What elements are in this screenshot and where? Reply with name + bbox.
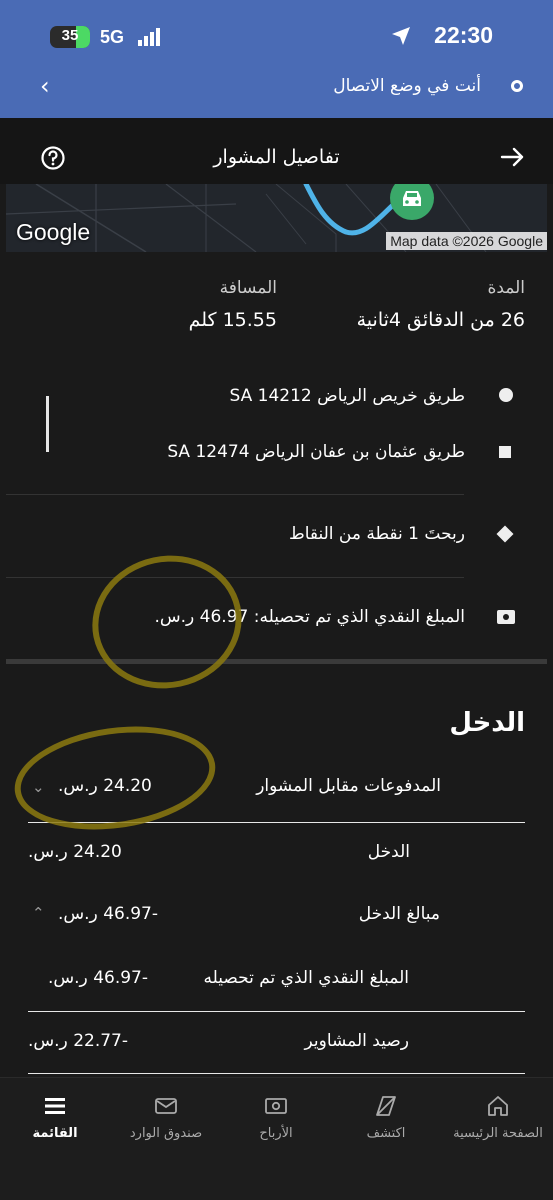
pickup-icon (499, 388, 513, 402)
points-icon (496, 525, 514, 543)
google-logo: Google (16, 219, 91, 245)
section-divider (6, 659, 547, 664)
map-attribution[interactable]: Map data ©2026 Google (386, 232, 547, 250)
online-status-text: أنت في وضع الاتصال (333, 76, 481, 96)
duration-value: 26 من الدقائق 4ثانية (356, 309, 525, 331)
divider (28, 1011, 525, 1012)
dropoff-icon (499, 446, 511, 458)
nav-inbox-label: صندوق الوارد (129, 1126, 203, 1141)
status-bar: 35 5G 22:30 (0, 0, 553, 62)
route-line (46, 396, 49, 452)
income-amounts-label[interactable]: مبالغ الدخل (359, 904, 440, 924)
trip-map[interactable]: Google Map data ©2026 Google (6, 184, 547, 252)
income-section-title: الدخل (449, 708, 525, 738)
cash-icon (497, 610, 515, 624)
chevron-up-icon[interactable]: ⌃ (32, 904, 45, 922)
duration-label: المدة (487, 278, 525, 298)
online-status-icon (511, 80, 523, 92)
nav-inbox[interactable]: صندوق الوارد (111, 1078, 221, 1158)
nav-menu-label: القائمة (32, 1126, 78, 1141)
chevron-left-icon[interactable]: ‹ (40, 72, 50, 100)
battery-icon: 35 (50, 26, 90, 48)
trip-details-header: تفاصيل المشوار (0, 118, 553, 184)
compass-icon (376, 1096, 396, 1116)
home-icon (488, 1096, 508, 1116)
points-text: ربحتَ 1 نقطة من النقاط (288, 524, 465, 544)
car-pin-icon (390, 184, 434, 220)
nav-home[interactable]: الصفحة الرئيسية (443, 1078, 553, 1158)
distance-value: 15.55 كلم (188, 309, 277, 331)
trip-balance-value: -22.77 ر.س. (28, 1031, 128, 1051)
status-time: 22:30 (434, 22, 493, 48)
trip-payments-label: المدفوعات مقابل المشوار (256, 776, 441, 796)
nav-earnings-label: الأرباح (259, 1126, 293, 1141)
income-value: 24.20 ر.س. (28, 842, 122, 862)
income-amounts-value: -46.97 ر.س. (58, 904, 158, 924)
earnings-icon (265, 1098, 287, 1114)
highlight-circle (79, 541, 255, 703)
nav-discover-label: اكتشف (366, 1126, 406, 1141)
network-type: 5G (100, 27, 125, 47)
distance-label: المسافة (219, 278, 277, 298)
pickup-address: طريق خريص الرياض 14212 SA (229, 386, 465, 406)
location-arrow-icon (392, 27, 410, 45)
nav-discover[interactable]: اكتشف (331, 1078, 441, 1158)
income-label: الدخل (367, 842, 410, 862)
trip-balance-label: رصيد المشاوير (304, 1031, 410, 1051)
online-banner[interactable]: أنت في وضع الاتصال ‹ (0, 62, 553, 118)
divider (6, 577, 464, 578)
inbox-icon (155, 1098, 177, 1114)
signal-icon (138, 28, 160, 46)
menu-icon (45, 1098, 65, 1114)
nav-home-label: الصفحة الرئيسية (453, 1126, 543, 1141)
nav-earnings[interactable]: الأرباح (221, 1078, 331, 1158)
battery-level: 35 (61, 27, 79, 44)
cash-collected-label: المبلغ النقدي الذي تم تحصيله (203, 968, 409, 988)
dropoff-address: طريق عثمان بن عفان الرياض 12474 SA (167, 442, 465, 462)
divider (6, 494, 464, 495)
divider (28, 1073, 525, 1074)
cash-collected-value: -46.97 ر.س. (48, 968, 148, 988)
nav-menu[interactable]: القائمة (0, 1078, 110, 1158)
help-icon[interactable] (40, 145, 66, 171)
bottom-nav: الصفحة الرئيسية اكتشف الأرباح صندوق الوا… (0, 1077, 553, 1200)
page-title: تفاصيل المشوار (213, 146, 340, 168)
